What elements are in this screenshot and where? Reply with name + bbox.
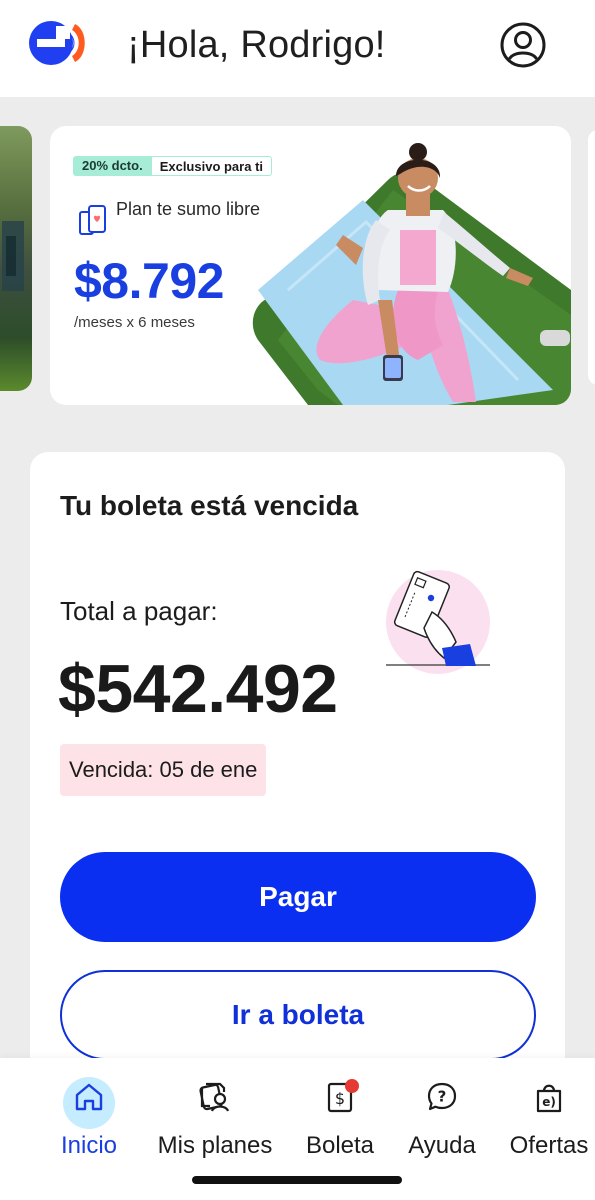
greeting-text: ¡Hola, Rodrigo!: [127, 24, 386, 66]
total-amount: $542.492: [58, 651, 338, 727]
promo-price: $8.792: [74, 253, 224, 309]
credit-card-hand-icon: [386, 570, 490, 674]
nav-item-ofertas[interactable]: e) Ofertas: [503, 1058, 595, 1168]
svg-text:?: ?: [438, 1088, 447, 1106]
plan-name: Plan te sumo libre: [116, 199, 261, 219]
promo-tags: 20% dcto. Exclusivo para ti: [73, 156, 273, 176]
promo-banner[interactable]: 20% dcto. Exclusivo para ti Plan te sumo…: [50, 126, 571, 405]
promo-photo-woman-yoga: [252, 143, 571, 405]
notification-badge-icon: [345, 1079, 359, 1093]
total-label: Total a pagar:: [60, 596, 218, 626]
bill-status-title: Tu boleta está vencida: [60, 490, 359, 521]
home-indicator[interactable]: [192, 1176, 402, 1184]
help-question-icon: ?: [427, 1082, 457, 1111]
bill-card: Tu boleta está vencida Total a pagar: $5…: [30, 452, 565, 1112]
entel-logo-icon[interactable]: [26, 18, 92, 68]
nav-item-inicio[interactable]: Inicio: [44, 1058, 134, 1168]
nav-item-ayuda[interactable]: ? Ayuda: [398, 1058, 486, 1168]
nav-item-boleta[interactable]: $ Boleta: [296, 1058, 384, 1168]
app-header: ¡Hola, Rodrigo!: [0, 0, 595, 97]
shopping-bag-icon: e): [536, 1084, 562, 1113]
view-bill-button[interactable]: Ir a boleta: [60, 970, 536, 1060]
previous-banner-peek[interactable]: [0, 126, 32, 391]
phone-heart-icon: [79, 205, 106, 235]
nav-label-ofertas: Ofertas: [509, 1132, 589, 1159]
next-banner-peek[interactable]: [588, 130, 595, 385]
nav-label-mis-planes: Mis planes: [157, 1132, 273, 1159]
user-circle-icon[interactable]: [499, 21, 547, 69]
nav-label-boleta: Boleta: [305, 1132, 375, 1159]
discount-tag: 20% dcto.: [73, 156, 152, 176]
pay-button[interactable]: Pagar: [60, 852, 536, 942]
plans-user-icon: [199, 1082, 230, 1112]
svg-text:e): e): [542, 1095, 556, 1109]
home-icon: [75, 1083, 103, 1111]
promo-period: /meses x 6 meses: [74, 314, 195, 331]
overdue-badge: Vencida: 05 de ene: [60, 744, 267, 796]
nav-label-ayuda: Ayuda: [408, 1132, 476, 1159]
nav-label-inicio: Inicio: [60, 1132, 118, 1159]
nav-item-mis-planes[interactable]: Mis planes: [150, 1058, 280, 1168]
